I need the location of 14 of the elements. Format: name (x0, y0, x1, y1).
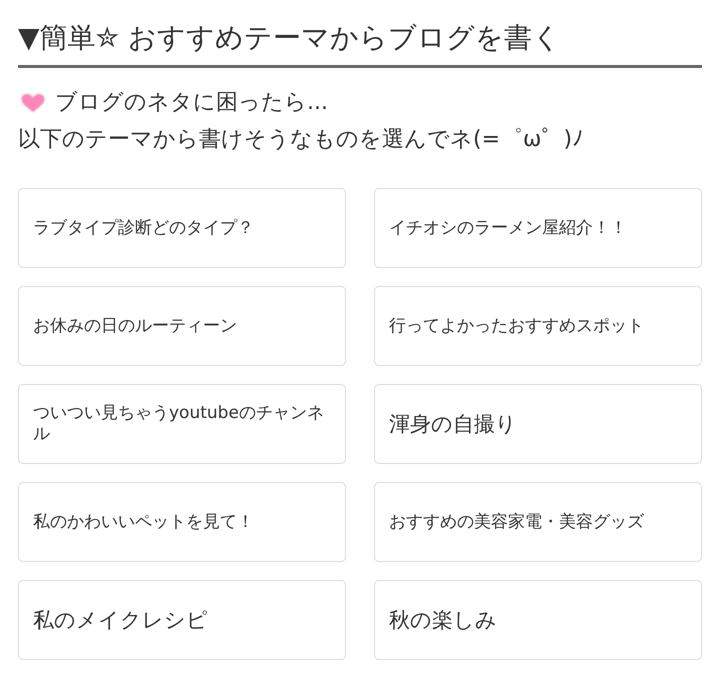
theme-button[interactable]: 私のかわいいペットを見て！ (18, 482, 346, 562)
theme-button[interactable]: 私のメイクレシピ (18, 580, 346, 660)
theme-button[interactable]: お休みの日のルーティーン (18, 286, 346, 366)
theme-button[interactable]: イチオシのラーメン屋紹介！！ (374, 188, 702, 268)
theme-button[interactable]: ラブタイプ診断どのタイプ？ (18, 188, 346, 268)
section-title: ▼簡単✮ おすすめテーマからブログを書く (18, 20, 562, 56)
theme-button[interactable]: おすすめの美容家電・美容グッズ (374, 482, 702, 562)
instruction-text: 以下のテーマから書けそうなものを選んでネ(=゜ω゜)ﾉ (18, 126, 584, 154)
intro-text: ブログのネタに困ったら... (55, 89, 328, 117)
theme-button[interactable]: 渾身の自撮り (374, 384, 702, 464)
theme-button[interactable]: 行ってよかったおすすめスポット (374, 286, 702, 366)
theme-button[interactable]: ついつい見ちゃうyoutubeのチャンネル (18, 384, 346, 464)
heart-icon (20, 92, 46, 112)
theme-button[interactable]: 秋の楽しみ (374, 580, 702, 660)
